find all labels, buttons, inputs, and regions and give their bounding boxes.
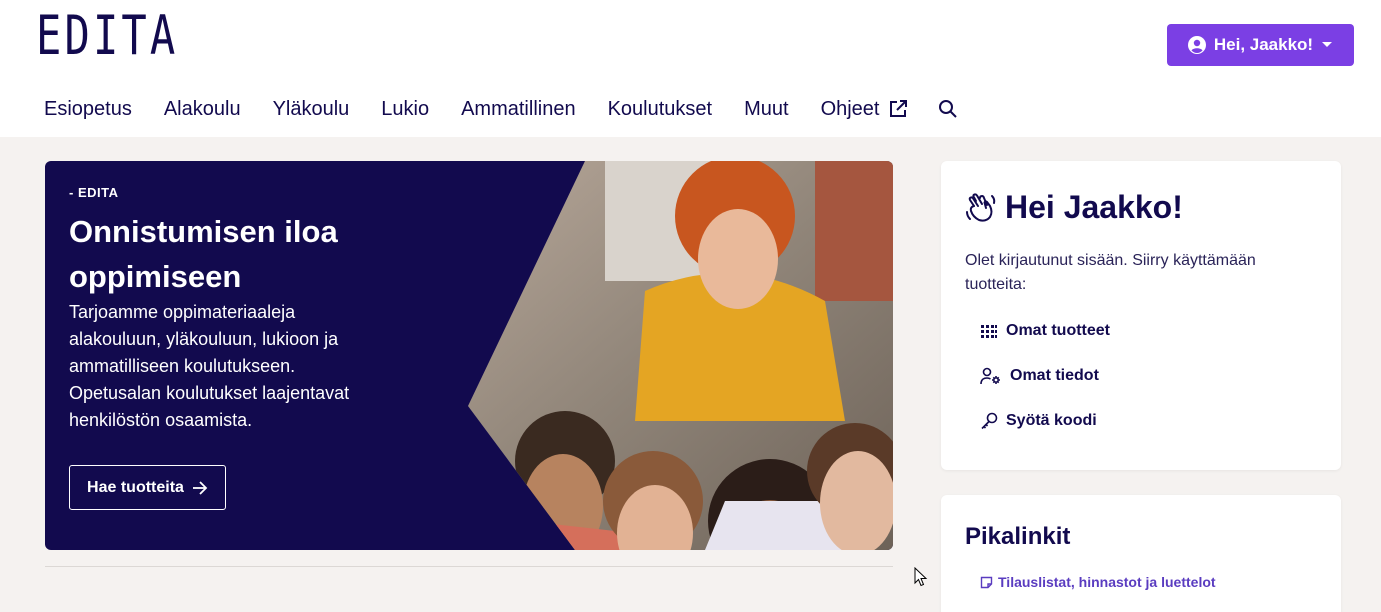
arrow-right-icon (192, 480, 208, 495)
hero-text-block: - EDITA Onnistumisen iloa oppimiseen Tar… (69, 185, 389, 434)
user-settings-icon (980, 367, 1000, 385)
nav-item-lukio[interactable]: Lukio (381, 98, 429, 121)
nav-item-ammatillinen[interactable]: Ammatillinen (461, 98, 575, 121)
nav-item-ylakoulu[interactable]: Yläkoulu (273, 98, 350, 121)
waving-hand-icon (966, 192, 996, 222)
nav-item-koulutukset[interactable]: Koulutukset (608, 98, 713, 121)
hero-description: Tarjoamme oppimateriaaleja alakouluun, y… (69, 302, 350, 430)
welcome-text: Olet kirjautunut sisään. Siirry käyttämä… (965, 252, 1256, 293)
my-products-label: Omat tuotteet (1006, 322, 1110, 339)
nav-item-alakoulu[interactable]: Alakoulu (164, 98, 241, 121)
browse-products-label: Hae tuotteita (87, 478, 184, 496)
order-lists-link[interactable]: Tilauslistat, hinnastot ja luettelot (980, 574, 1216, 590)
site-header: EDITA Hei, Jaakko! Esiopetus Alakoulu Yl… (0, 0, 1381, 137)
user-circle-icon (1187, 36, 1206, 54)
section-divider (45, 566, 893, 567)
quick-links-title: Pikalinkit (965, 523, 1071, 550)
mouse-cursor-icon (914, 567, 928, 587)
note-icon (980, 576, 993, 588)
key-icon (981, 412, 998, 430)
my-details-link[interactable]: Omat tiedot (980, 367, 1099, 385)
browse-products-button[interactable]: Hae tuotteita (69, 465, 226, 510)
order-lists-label: Tilauslistat, hinnastot ja luettelot (998, 574, 1216, 590)
edita-logo[interactable]: EDITA (36, 9, 178, 63)
search-icon[interactable] (938, 99, 958, 119)
welcome-card: Hei Jaakko! Olet kirjautunut sisään. Sii… (941, 161, 1341, 470)
enter-code-link[interactable]: Syötä koodi (980, 412, 1097, 430)
nav-item-ohjeet-label: Ohjeet (820, 97, 880, 120)
nav-item-ohjeet[interactable]: Ohjeet (821, 98, 908, 121)
my-details-label: Omat tiedot (1010, 367, 1099, 384)
hero-banner: - EDITA Onnistumisen iloa oppimiseen Tar… (45, 161, 893, 550)
enter-code-label: Syötä koodi (1006, 412, 1097, 429)
nav-item-muut[interactable]: Muut (744, 98, 788, 121)
welcome-title: Hei Jaakko! (965, 189, 1183, 226)
external-link-icon (889, 100, 907, 117)
quick-links-card: Pikalinkit Tilauslistat, hinnastot ja lu… (941, 495, 1341, 612)
main-nav: Esiopetus Alakoulu Yläkoulu Lukio Ammati… (44, 96, 958, 122)
user-menu-label: Hei, Jaakko! (1213, 35, 1314, 54)
user-menu-button[interactable]: Hei, Jaakko! (1167, 24, 1354, 66)
hero-title: Onnistumisen iloa oppimiseen (69, 214, 338, 294)
hero-kicker: - EDITA (69, 185, 119, 200)
nav-item-esiopetus[interactable]: Esiopetus (44, 98, 132, 121)
welcome-title-text: Hei Jaakko! (1005, 189, 1183, 225)
my-products-link[interactable]: Omat tuotteet (980, 322, 1110, 340)
caret-down-icon (1322, 42, 1333, 47)
grid-icon (981, 325, 997, 338)
